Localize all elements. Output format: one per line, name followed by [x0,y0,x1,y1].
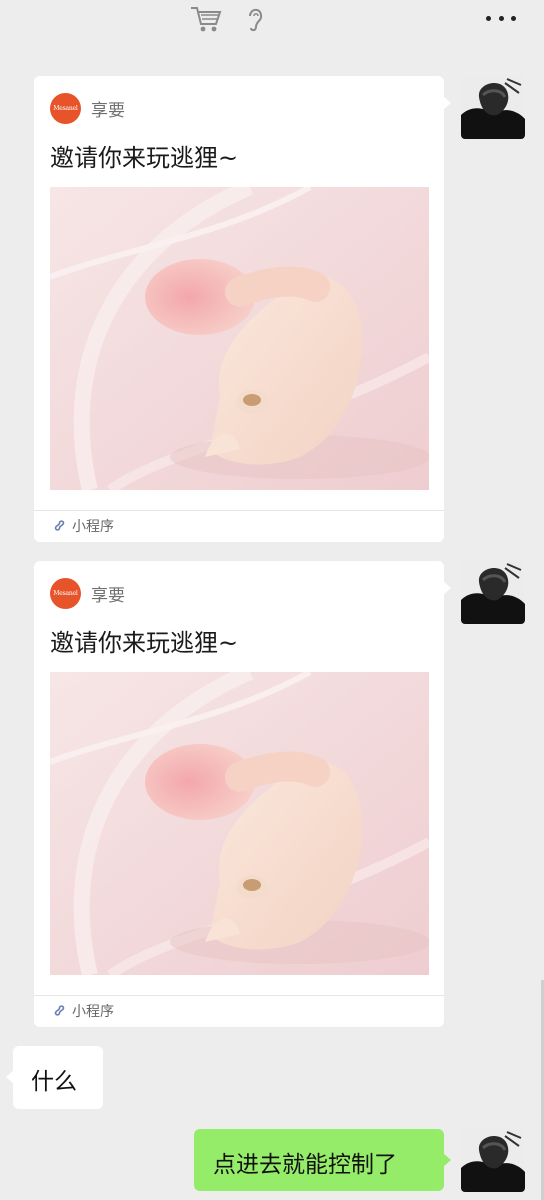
mini-program-card[interactable]: Mesanel 享要 邀请你来玩逃狸~ 小程序 [34,76,451,542]
shopping-cart-icon[interactable] [189,4,223,34]
received-message-bubble[interactable]: 什么 [6,1046,103,1109]
card-title: 邀请你来玩逃狸~ [50,629,239,657]
message-text: 点进去就能控制了 [213,1152,397,1178]
card-title: 邀请你来玩逃狸~ [50,144,239,172]
card-header: Mesanel 享要 [50,577,125,609]
product-image[interactable] [50,187,429,490]
brand-name: 享要 [91,100,125,121]
avatar[interactable] [461,560,525,624]
ear-icon[interactable] [244,4,266,34]
brand-logo: Mesanel [50,92,81,124]
mini-program-icon [54,519,65,531]
card-footer: 小程序 [52,516,114,536]
avatar[interactable] [461,1128,525,1192]
card-divider [34,995,444,996]
card-header: Mesanel 享要 [50,92,125,124]
brand-name: 享要 [91,585,125,606]
mini-program-card[interactable]: Mesanel 享要 邀请你来玩逃狸~ 小程序 [34,561,451,1027]
message-text: 什么 [31,1069,77,1095]
card-footer: 小程序 [52,1001,114,1021]
mini-program-label: 小程序 [72,1004,114,1020]
avatar[interactable] [461,75,525,139]
mini-program-label: 小程序 [72,519,114,535]
more-icon[interactable] [486,14,516,22]
mini-program-icon [54,1004,65,1016]
sent-message-bubble[interactable]: 点进去就能控制了 [194,1129,451,1191]
card-divider [34,510,444,511]
product-image[interactable] [50,672,429,975]
chat-top-bar [0,0,544,56]
brand-logo: Mesanel [50,577,81,609]
